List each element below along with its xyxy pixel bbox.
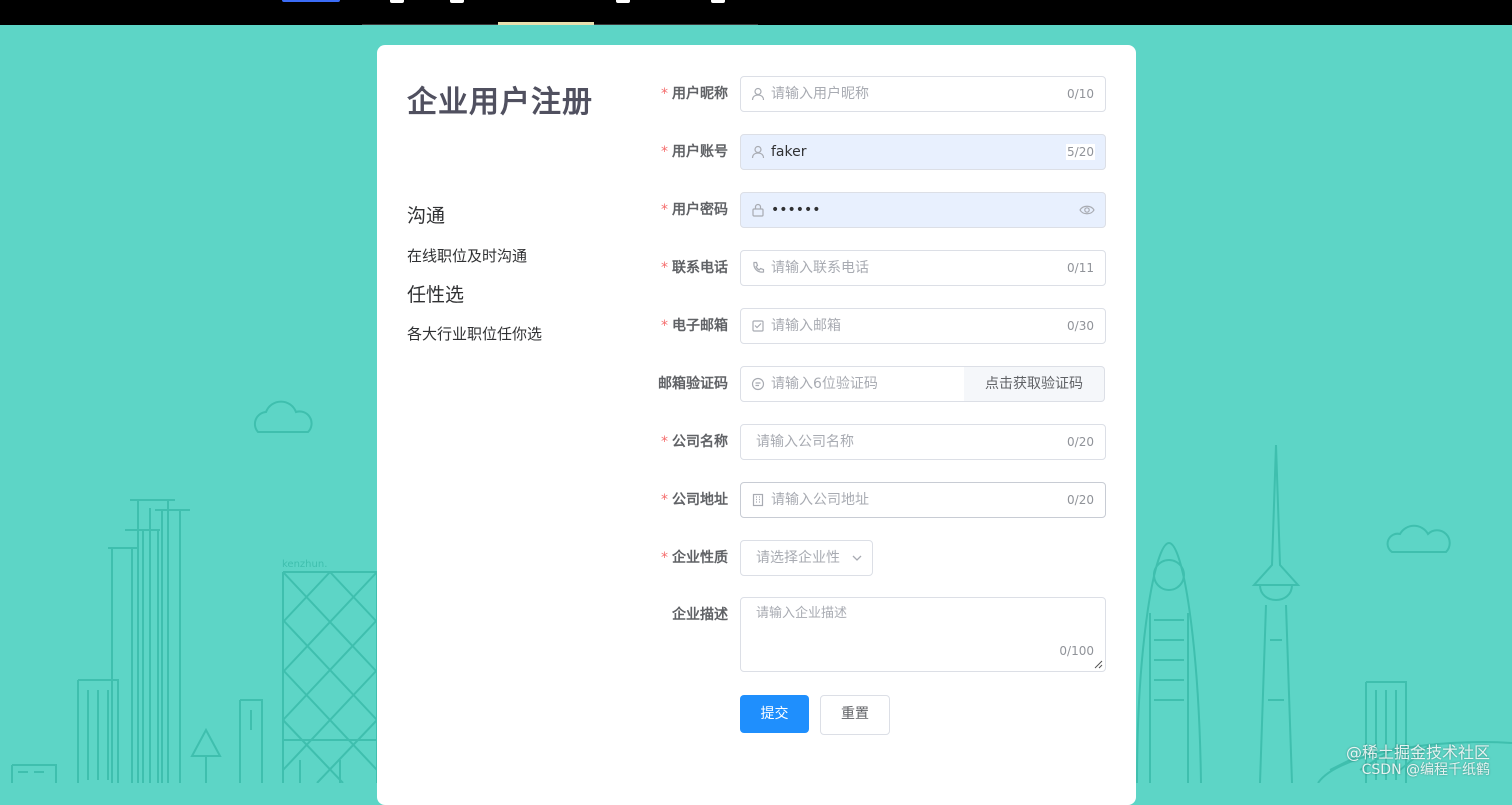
nav-item-4[interactable] <box>705 0 735 25</box>
chevron-down-icon <box>852 555 862 561</box>
nav-item-2[interactable] <box>444 0 474 25</box>
get-code-button[interactable]: 点击获取验证码 <box>964 366 1105 402</box>
top-nav-bar <box>0 0 1512 25</box>
nav-item-3[interactable] <box>610 0 640 25</box>
email-placeholder: 请输入邮箱 <box>771 318 841 334</box>
company-address-placeholder: 请输入公司地址 <box>771 492 869 508</box>
phone-input[interactable]: 请输入联系电话 0/11 <box>740 250 1106 286</box>
tower-left <box>108 499 190 783</box>
char-counter: 0/30 <box>1066 318 1095 334</box>
char-counter: 0/20 <box>1066 492 1095 508</box>
building-sign-text: kenzhun. <box>282 559 327 570</box>
password-value: •••••• <box>771 202 821 218</box>
char-counter: 0/100 <box>1058 643 1095 659</box>
description-placeholder: 请输入企业描述 <box>756 606 848 621</box>
company-address-input[interactable]: 请输入公司地址 0/20 <box>740 482 1106 518</box>
eye-icon[interactable] <box>1079 203 1095 217</box>
char-counter: 0/11 <box>1066 260 1095 276</box>
password-input[interactable]: •••••• <box>740 192 1106 228</box>
promo-text-choose: 各大行业职位任你选 <box>407 325 543 343</box>
phone-placeholder: 请输入联系电话 <box>771 260 869 276</box>
form-row-description: 企业描述 请输入企业描述 0/100 <box>615 597 1106 672</box>
form-row-phone: * 联系电话 请输入联系电话 0/11 <box>615 250 1106 286</box>
form-row-company-name: * 公司名称 请输入公司名称 0/20 <box>615 424 1106 460</box>
description-textarea[interactable]: 请输入企业描述 0/100 <box>740 597 1106 672</box>
promo-heading-communicate: 沟通 <box>407 205 446 227</box>
promo-text-communicate: 在线职位及时沟通 <box>407 247 528 265</box>
promo-heading-choose: 任性选 <box>407 284 465 306</box>
nav-item-1[interactable] <box>382 0 416 25</box>
submit-button[interactable]: 提交 <box>740 695 809 733</box>
reset-button[interactable]: 重置 <box>820 695 890 735</box>
resize-handle-icon[interactable] <box>1094 660 1103 669</box>
user-icon <box>751 145 765 159</box>
egg-building <box>1136 541 1202 783</box>
field-label: * 公司地址 <box>661 492 728 508</box>
form-row-account: * 用户账号 faker 5/20 <box>615 134 1106 170</box>
account-value: faker <box>771 144 807 160</box>
field-label: * 用户密码 <box>661 202 728 218</box>
email-code-input[interactable]: 请输入6位验证码 <box>740 366 966 402</box>
company-type-placeholder: 请选择企业性 <box>756 550 840 566</box>
building-grid <box>282 571 378 783</box>
page-title: 企业用户注册 <box>407 85 593 120</box>
form-row-email: * 电子邮箱 请输入邮箱 0/30 <box>615 308 1106 344</box>
field-label: 企业描述 <box>672 607 728 623</box>
building-icon <box>752 493 764 507</box>
company-type-select[interactable]: 请选择企业性 <box>740 540 873 576</box>
chat-icon <box>751 377 765 391</box>
account-input[interactable]: faker 5/20 <box>740 134 1106 170</box>
field-label: * 公司名称 <box>661 434 728 450</box>
form-row-nickname: * 用户昵称 请输入用户昵称 0/10 <box>615 76 1106 112</box>
tree-icon <box>190 727 222 783</box>
field-label: * 企业性质 <box>661 550 728 566</box>
phone-icon <box>753 261 765 273</box>
char-counter: 5/20 <box>1066 144 1095 160</box>
field-label: * 用户昵称 <box>661 86 728 102</box>
phone-booth <box>239 699 263 783</box>
cloud-icon <box>1386 524 1451 553</box>
field-label: 邮箱验证码 <box>658 376 728 392</box>
user-icon <box>751 87 765 101</box>
char-counter: 0/10 <box>1066 86 1095 102</box>
cloud-icon <box>253 400 313 433</box>
registration-card: 企业用户注册 沟通 在线职位及时沟通 任性选 各大行业职位任你选 * 用户昵称 请… <box>377 45 1136 805</box>
nickname-placeholder: 请输入用户昵称 <box>771 86 869 102</box>
bus-icon <box>11 764 57 783</box>
mail-icon <box>752 320 764 332</box>
company-name-input[interactable]: 请输入公司名称 0/20 <box>740 424 1106 460</box>
field-label: * 电子邮箱 <box>661 318 728 334</box>
form-row-email-code: 邮箱验证码 请输入6位验证码 点击获取验证码 <box>615 366 1106 402</box>
nickname-input[interactable]: 请输入用户昵称 0/10 <box>740 76 1106 112</box>
watermark-csdn: CSDN @编程千纸鹤 <box>1361 762 1490 778</box>
field-label: * 联系电话 <box>661 260 728 276</box>
email-code-placeholder: 请输入6位验证码 <box>771 376 878 392</box>
email-input[interactable]: 请输入邮箱 0/30 <box>740 308 1106 344</box>
form-row-company-type: * 企业性质 请选择企业性 <box>615 540 1106 576</box>
field-label: * 用户账号 <box>661 144 728 160</box>
tv-tower <box>1251 444 1301 783</box>
form-row-password: * 用户密码 •••••• <box>615 192 1106 228</box>
form-row-company-address: * 公司地址 请输入公司地址 0/20 <box>615 482 1106 518</box>
company-name-placeholder: 请输入公司名称 <box>756 434 854 450</box>
lock-icon <box>752 203 764 217</box>
char-counter: 0/20 <box>1066 434 1095 450</box>
site-logo[interactable] <box>282 0 340 2</box>
